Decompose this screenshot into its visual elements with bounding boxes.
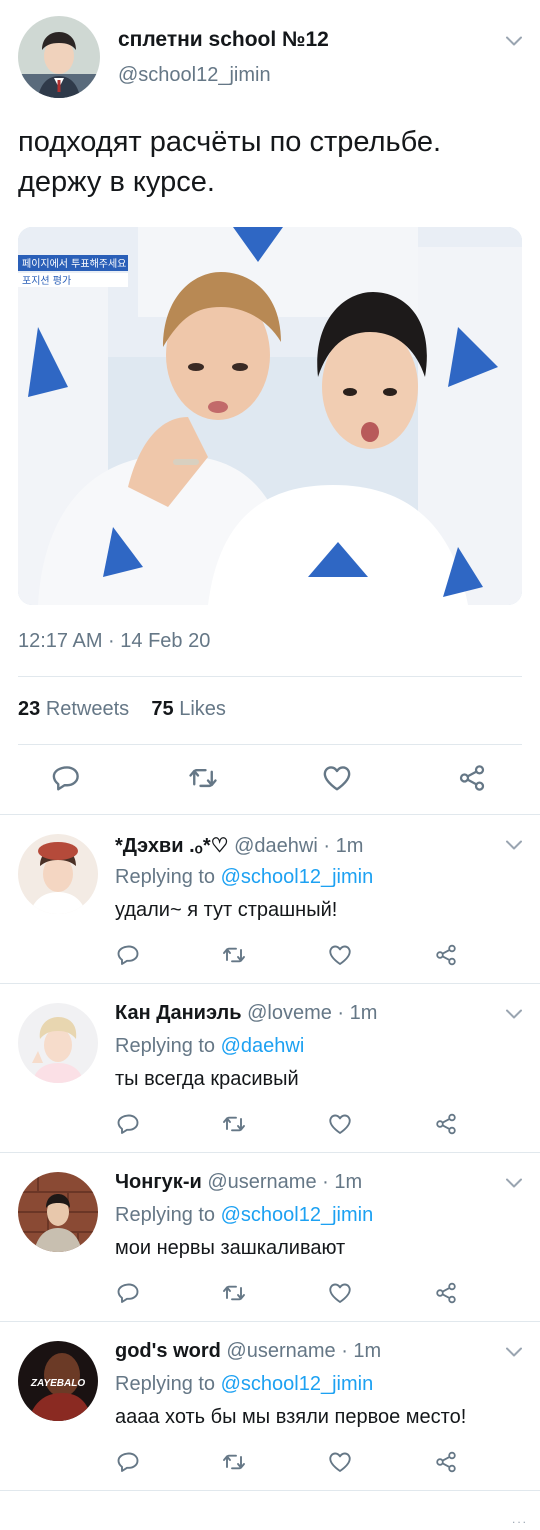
avatar-text: ZAYEBALO [30, 1378, 85, 1389]
retweet-icon[interactable] [222, 943, 246, 967]
tweet-text: подходят расчёты по стрельбе. держу в ку… [18, 126, 442, 198]
reply-handle[interactable]: @daehwi · 1m [234, 835, 363, 857]
replying-to-link[interactable]: @school12_jimin [221, 1204, 374, 1226]
chevron-down-icon[interactable] [505, 1346, 523, 1358]
reply-display-name[interactable]: *Дэхви .ₒ*♡ [115, 835, 229, 857]
reply-header: Кан Даниэль @loveme · 1m [115, 1002, 377, 1025]
replying-to-label: Replying to [115, 866, 216, 888]
replying-to-label: Replying to [115, 1373, 216, 1395]
share-icon[interactable] [434, 1281, 458, 1305]
reply-icon[interactable] [117, 1281, 141, 1305]
like-icon[interactable] [328, 1281, 352, 1305]
share-icon[interactable] [434, 1112, 458, 1136]
author-display-name[interactable]: сплетни school №12 [118, 28, 329, 52]
replying-to: Replying to @school12_jimin [115, 866, 373, 889]
reply-avatar[interactable] [18, 1003, 98, 1083]
likes-count[interactable]: 75 [151, 698, 173, 720]
reply-text: аааа хоть бы мы взяли первое место! [115, 1406, 467, 1428]
replying-to-link[interactable]: @daehwi [221, 1035, 305, 1057]
like-icon[interactable] [328, 943, 352, 967]
chevron-down-icon[interactable] [505, 35, 523, 47]
replying-to-label: Replying to [115, 1035, 216, 1057]
author-handle[interactable]: @school12_jimin [118, 64, 271, 87]
share-icon[interactable] [457, 763, 487, 793]
reply-text: мои нервы зашкаливают [115, 1237, 346, 1259]
replying-to: Replying to @school12_jimin [115, 1373, 373, 1396]
footer-ellipsis: ... [511, 1512, 528, 1526]
photo-caption-line-2: 포지션 평가 [22, 275, 71, 287]
replying-to: Replying to @daehwi [115, 1035, 304, 1058]
reply-avatar[interactable] [18, 834, 98, 914]
reply-icon[interactable] [117, 943, 141, 967]
reply-handle[interactable]: @loveme · 1m [247, 1002, 377, 1024]
chevron-down-icon[interactable] [505, 1008, 523, 1020]
reply-display-name[interactable]: Кан Даниэль [115, 1002, 242, 1024]
tweet-stats: 23 Retweets 75 Likes [18, 698, 226, 721]
divider [0, 1321, 540, 1322]
share-icon[interactable] [434, 1450, 458, 1474]
retweet-icon[interactable] [222, 1112, 246, 1136]
tweet-photo[interactable]: 페이지에서 투표해주세요 포지션 평가 [18, 227, 522, 605]
like-icon[interactable] [322, 763, 352, 793]
tweet-timestamp[interactable]: 12:17 AM · 14 Feb 20 [18, 630, 210, 653]
replying-to-link[interactable]: @school12_jimin [221, 1373, 374, 1395]
chevron-down-icon[interactable] [505, 1177, 523, 1189]
divider [0, 983, 540, 984]
reply-avatar[interactable] [18, 1172, 98, 1252]
reply-handle[interactable]: @username · 1m [207, 1171, 362, 1193]
retweet-icon[interactable] [188, 763, 218, 793]
reply-avatar[interactable]: ZAYEBALO [18, 1341, 98, 1421]
divider [0, 814, 540, 815]
reply-icon[interactable] [117, 1112, 141, 1136]
reply-display-name[interactable]: god's word [115, 1340, 221, 1362]
like-icon[interactable] [328, 1112, 352, 1136]
replying-to: Replying to @school12_jimin [115, 1204, 373, 1227]
reply-text: ты всегда красивый [115, 1068, 299, 1090]
retweets-count[interactable]: 23 [18, 698, 40, 720]
like-icon[interactable] [328, 1450, 352, 1474]
divider [18, 676, 522, 677]
reply-display-name[interactable]: Чонгук-и [115, 1171, 202, 1193]
retweet-icon[interactable] [222, 1450, 246, 1474]
reply-icon[interactable] [117, 1450, 141, 1474]
divider [0, 1490, 540, 1491]
replying-to-link[interactable]: @school12_jimin [221, 866, 374, 888]
reply-header: *Дэхви .ₒ*♡ @daehwi · 1m [115, 833, 363, 858]
divider [0, 1152, 540, 1153]
retweet-icon[interactable] [222, 1281, 246, 1305]
replying-to-label: Replying to [115, 1204, 216, 1226]
author-avatar[interactable] [18, 16, 100, 98]
reply-handle[interactable]: @username · 1m [226, 1340, 381, 1362]
likes-label[interactable]: Likes [179, 698, 226, 720]
divider [18, 744, 522, 745]
chevron-down-icon[interactable] [505, 839, 523, 851]
photo-caption-line-1: 페이지에서 투표해주세요 [22, 257, 126, 270]
reply-header: god's word @username · 1m [115, 1340, 381, 1363]
reply-header: Чонгук-и @username · 1m [115, 1171, 362, 1194]
retweets-label[interactable]: Retweets [46, 698, 129, 720]
share-icon[interactable] [434, 943, 458, 967]
reply-icon[interactable] [52, 763, 82, 793]
reply-text: удали~ я тут страшный! [115, 899, 338, 921]
